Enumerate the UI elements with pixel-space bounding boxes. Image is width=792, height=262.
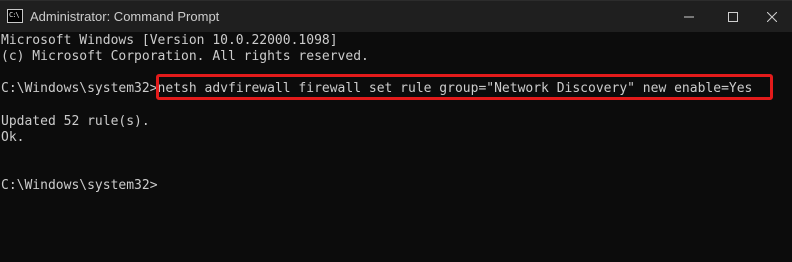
banner-copyright-line: (c) Microsoft Corporation. All rights re… bbox=[1, 49, 369, 64]
minimize-button[interactable] bbox=[666, 1, 712, 32]
window-title: Administrator: Command Prompt bbox=[30, 9, 220, 24]
banner-version-line: Microsoft Windows [Version 10.0.22000.10… bbox=[1, 33, 338, 48]
final-prompt[interactable]: C:\Windows\system32> bbox=[1, 177, 158, 194]
prompt: C:\Windows\system32> bbox=[1, 81, 158, 96]
minimize-icon bbox=[684, 16, 694, 17]
close-button[interactable] bbox=[752, 1, 792, 32]
output-updated-line: Updated 52 rule(s). bbox=[1, 114, 150, 129]
title-bar[interactable]: C:\ Administrator: Command Prompt bbox=[0, 0, 792, 32]
console-output[interactable]: Microsoft Windows [Version 10.0.22000.10… bbox=[0, 32, 792, 262]
command-highlight-box bbox=[156, 74, 773, 100]
cmd-icon[interactable]: C:\ bbox=[7, 9, 23, 23]
maximize-button[interactable] bbox=[710, 1, 756, 32]
output-ok-line: Ok. bbox=[1, 130, 25, 145]
close-icon bbox=[767, 11, 777, 22]
maximize-icon bbox=[728, 11, 738, 22]
